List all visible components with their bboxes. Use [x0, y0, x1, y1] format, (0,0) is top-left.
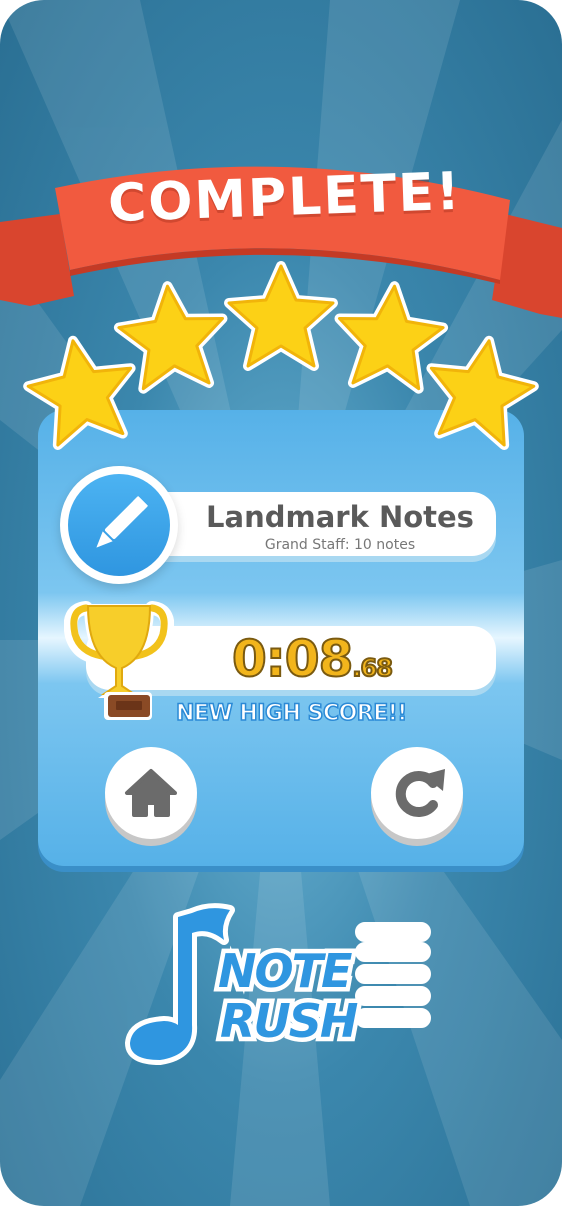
- trophy-icon: [64, 601, 174, 720]
- retry-button[interactable]: [371, 747, 463, 839]
- high-score-label: NEW HIGH SCORE!!: [175, 700, 408, 727]
- time-main: 0:08: [231, 629, 354, 689]
- retry-icon: [395, 769, 445, 817]
- star-icon: [116, 282, 228, 391]
- star-icon: [229, 266, 333, 366]
- logo-rush: RUSH: [220, 994, 358, 1048]
- star-rating: [0, 250, 562, 460]
- star-icon: [334, 282, 446, 391]
- banner-title: COMPLETE!: [107, 161, 463, 235]
- star-icon: [420, 332, 540, 449]
- pencil-icon: [96, 496, 148, 548]
- level-subtitle: Grand Staff: 10 notes: [264, 537, 416, 553]
- best-time: 0:08.68: [231, 629, 394, 689]
- logo-note: NOTE: [218, 944, 352, 998]
- level-title: Landmark Notes: [206, 500, 474, 534]
- home-icon: [125, 769, 177, 817]
- star-icon: [22, 332, 142, 449]
- level-badge: [60, 466, 178, 584]
- game-complete-screen: COMPLETE! Landmark Notes Grand Staff: 10…: [0, 0, 562, 1206]
- time-fraction: .68: [351, 653, 393, 683]
- home-button[interactable]: [105, 747, 197, 839]
- note-rush-logo: NOTE RUSH: [125, 903, 431, 1065]
